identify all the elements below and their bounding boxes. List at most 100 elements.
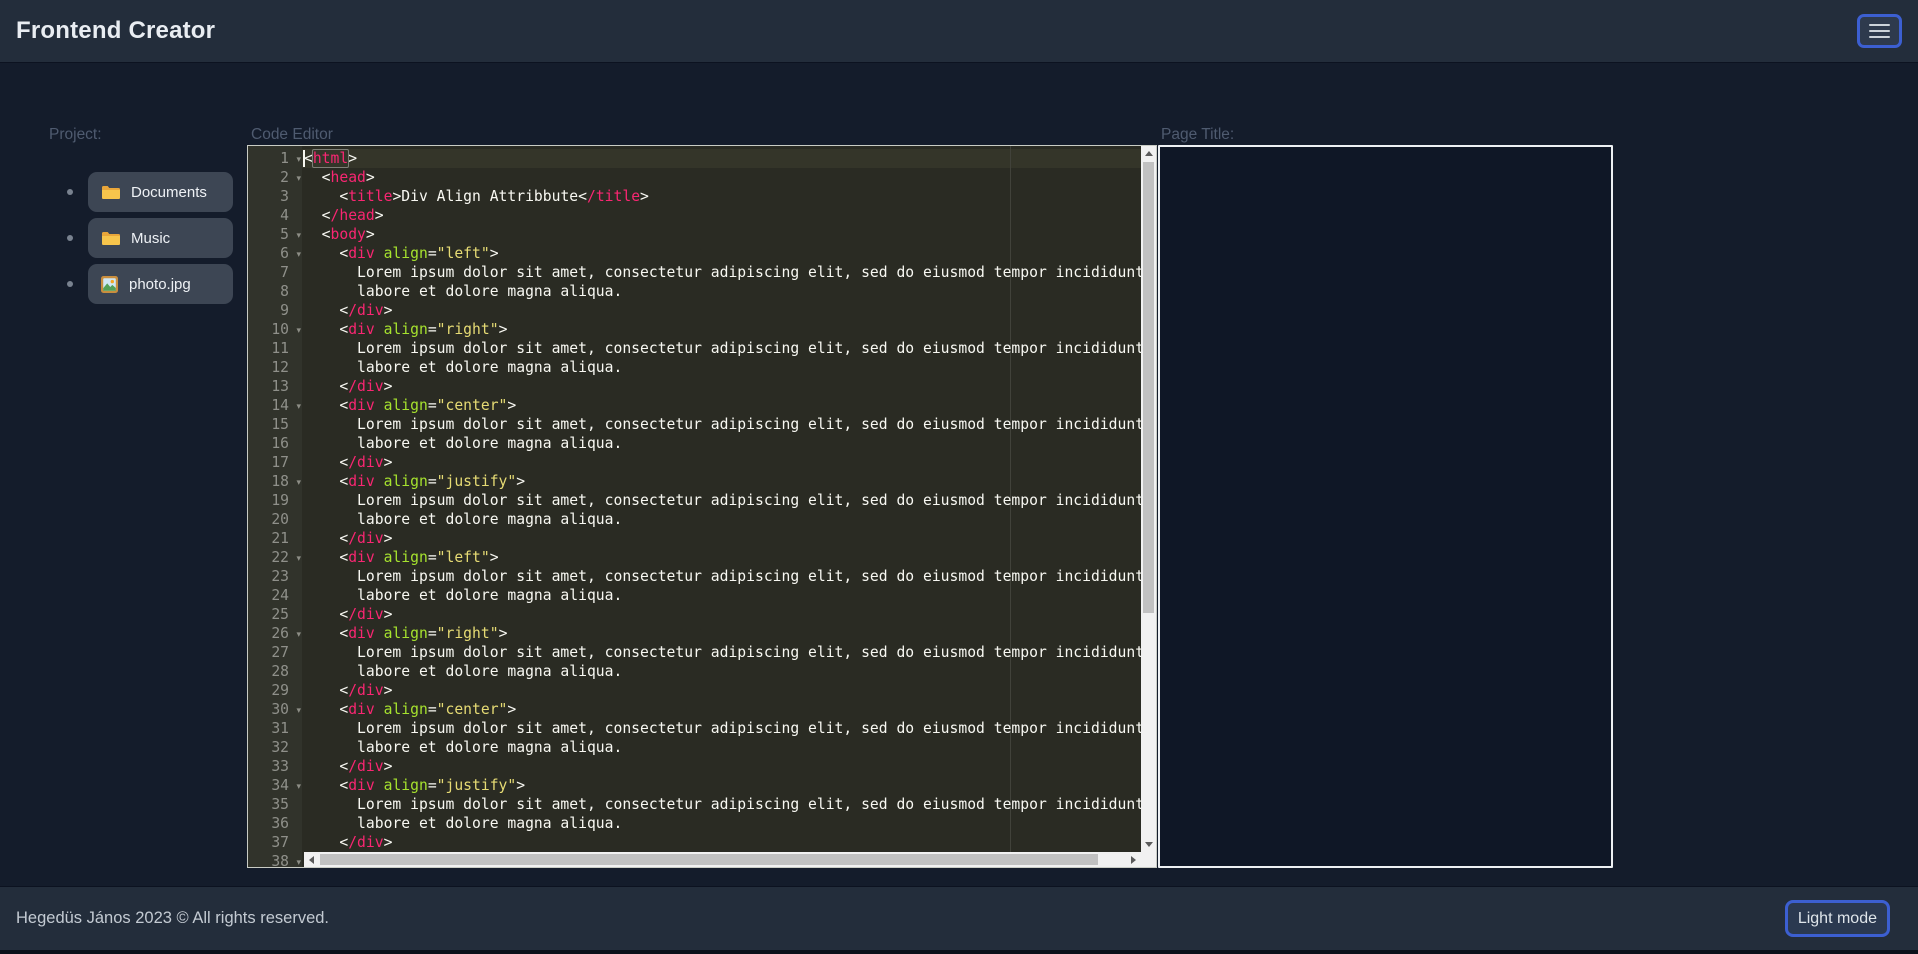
gutter-line-number: 32 (248, 738, 302, 757)
code-line-2: <head> (302, 168, 1141, 187)
code-line-29: </div> (302, 681, 1141, 700)
project-label: Project: (49, 126, 102, 144)
file-button-photo[interactable]: photo.jpg (88, 264, 233, 304)
code-lines: <html> <head> <title>Div Align Attribbut… (302, 149, 1141, 867)
text-cursor (303, 150, 305, 167)
gutter-line-number: 14▾ (248, 396, 302, 415)
gutter-line-number: 30▾ (248, 700, 302, 719)
code-line-23: Lorem ipsum dolor sit amet, consectetur … (302, 567, 1141, 586)
folder-icon (101, 185, 120, 200)
app-footer: Hegedüs János 2023 © All rights reserved… (0, 887, 1918, 954)
list-item: Documents (67, 172, 233, 212)
code-line-32: labore et dolore magna aliqua. (302, 738, 1141, 757)
gutter-line-number: 9 (248, 301, 302, 320)
gutter-line-number: 12 (248, 358, 302, 377)
scroll-left-arrow-icon[interactable] (304, 852, 319, 867)
code-line-1: <html> (302, 149, 1141, 168)
folder-icon (101, 231, 120, 246)
file-button-documents[interactable]: Documents (88, 172, 233, 212)
code-line-28: labore et dolore magna aliqua. (302, 662, 1141, 681)
code-line-12: labore et dolore magna aliqua. (302, 358, 1141, 377)
code-line-21: </div> (302, 529, 1141, 548)
code-editor-label: Code Editor (251, 126, 333, 144)
code-line-15: Lorem ipsum dolor sit amet, consectetur … (302, 415, 1141, 434)
vertical-scrollbar[interactable] (1141, 146, 1156, 852)
gutter-line-number: 4 (248, 206, 302, 225)
editor-inner: <html> <head> <title>Div Align Attribbut… (248, 146, 1156, 867)
fold-toggle-icon[interactable]: ▾ (296, 854, 301, 867)
list-item: Music (67, 218, 233, 258)
code-line-11: Lorem ipsum dolor sit amet, consectetur … (302, 339, 1141, 358)
code-line-30: <div align="center"> (302, 700, 1141, 719)
code-line-34: <div align="justify"> (302, 776, 1141, 795)
file-button-label: Music (131, 230, 170, 247)
app-header: Frontend Creator (0, 0, 1918, 62)
scroll-right-arrow-icon[interactable] (1126, 852, 1141, 867)
gutter-line-number: 29 (248, 681, 302, 700)
code-line-17: </div> (302, 453, 1141, 472)
gutter-line-number: 28 (248, 662, 302, 681)
code-editor[interactable]: <html> <head> <title>Div Align Attribbut… (247, 145, 1157, 868)
copyright-text: Hegedüs János 2023 © All rights reserved… (16, 909, 329, 928)
code-line-35: Lorem ipsum dolor sit amet, consectetur … (302, 795, 1141, 814)
horizontal-scrollbar[interactable] (304, 852, 1141, 867)
gutter-line-number: 2▾ (248, 168, 302, 187)
image-icon (101, 276, 118, 293)
scroll-up-arrow-icon[interactable] (1141, 146, 1156, 161)
code-line-18: <div align="justify"> (302, 472, 1141, 491)
file-button-music[interactable]: Music (88, 218, 233, 258)
code-line-22: <div align="left"> (302, 548, 1141, 567)
code-line-37: </div> (302, 833, 1141, 852)
list-bullet (67, 189, 73, 195)
gutter-line-number: 27 (248, 643, 302, 662)
file-button-label: photo.jpg (129, 276, 191, 293)
code-line-3: <title>Div Align Attribbute</title> (302, 187, 1141, 206)
code-line-20: labore et dolore magna aliqua. (302, 510, 1141, 529)
menu-toggle-button[interactable] (1857, 14, 1902, 48)
code-line-25: </div> (302, 605, 1141, 624)
light-mode-button[interactable]: Light mode (1785, 900, 1890, 937)
code-line-13: </div> (302, 377, 1141, 396)
code-line-36: labore et dolore magna aliqua. (302, 814, 1141, 833)
code-line-24: labore et dolore magna aliqua. (302, 586, 1141, 605)
gutter-line-number: 15 (248, 415, 302, 434)
list-bullet (67, 281, 73, 287)
list-bullet (67, 235, 73, 241)
gutter-line-number: 31 (248, 719, 302, 738)
code-line-14: <div align="center"> (302, 396, 1141, 415)
gutter-line-number: 5▾ (248, 225, 302, 244)
vertical-scrollbar-thumb[interactable] (1143, 162, 1154, 613)
code-line-16: labore et dolore magna aliqua. (302, 434, 1141, 453)
page-title-label: Page Title: (1161, 126, 1234, 144)
editor-gutter: 1▾2▾345▾6▾78910▾11121314▾15161718▾192021… (248, 146, 302, 867)
gutter-line-number: 18▾ (248, 472, 302, 491)
gutter-line-number: 10▾ (248, 320, 302, 339)
gutter-line-number: 11 (248, 339, 302, 358)
gutter-line-number: 24 (248, 586, 302, 605)
page-title-input[interactable] (1158, 145, 1613, 868)
gutter-line-number: 3 (248, 187, 302, 206)
scroll-down-arrow-icon[interactable] (1141, 837, 1156, 852)
gutter-line-number: 36 (248, 814, 302, 833)
horizontal-scrollbar-thumb[interactable] (320, 854, 1098, 865)
gutter-line-number: 17 (248, 453, 302, 472)
gutter-line-number: 13 (248, 377, 302, 396)
gutter-line-number: 38▾ (248, 852, 302, 867)
code-line-31: Lorem ipsum dolor sit amet, consectetur … (302, 719, 1141, 738)
code-line-19: Lorem ipsum dolor sit amet, consectetur … (302, 491, 1141, 510)
gutter-line-number: 21 (248, 529, 302, 548)
code-line-33: </div> (302, 757, 1141, 776)
file-button-label: Documents (131, 184, 207, 201)
editor-scroller[interactable]: <html> <head> <title>Div Align Attribbut… (302, 146, 1141, 867)
gutter-line-number: 16 (248, 434, 302, 453)
code-line-5: <body> (302, 225, 1141, 244)
gutter-line-number: 33 (248, 757, 302, 776)
gutter-line-number: 20 (248, 510, 302, 529)
app-title: Frontend Creator (16, 17, 215, 45)
hamburger-icon (1869, 24, 1890, 38)
gutter-line-number: 22▾ (248, 548, 302, 567)
gutter-line-number: 23 (248, 567, 302, 586)
gutter-line-number: 8 (248, 282, 302, 301)
page: { "header": { "title": "Frontend Creator… (0, 0, 1918, 954)
code-line-8: labore et dolore magna aliqua. (302, 282, 1141, 301)
